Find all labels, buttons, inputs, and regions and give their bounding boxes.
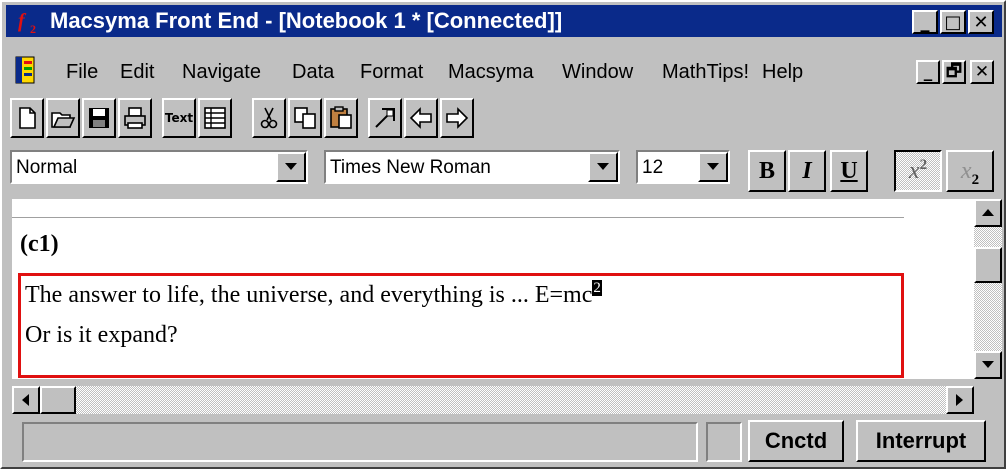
size-select[interactable]: 12 [636, 150, 730, 184]
superscript-icon: x2 [908, 156, 928, 184]
doc-minimize-button[interactable]: _ [916, 60, 940, 84]
menu-format[interactable]: Format [360, 60, 423, 84]
maximize-button[interactable]: □ [940, 10, 966, 34]
font-dropdown-button[interactable] [588, 152, 618, 182]
font-value: Times New Roman [330, 157, 491, 178]
macsyma-f2-icon: f 2 [16, 9, 42, 35]
copy-icon [294, 107, 316, 129]
chevron-down-icon [285, 163, 297, 170]
new-button[interactable] [10, 98, 44, 138]
size-value: 12 [642, 157, 664, 178]
menu-bar: File Edit Navigate Data Format Macsyma W… [6, 55, 1002, 88]
vertical-scrollbar[interactable] [974, 199, 1002, 379]
svg-text:2: 2 [30, 22, 36, 35]
italic-icon: I [802, 157, 812, 184]
text-icon: Text [164, 111, 194, 125]
forward-arrow-icon [446, 107, 469, 129]
underline-icon: U [840, 157, 858, 184]
open-button[interactable] [46, 98, 80, 138]
cut-button[interactable] [252, 98, 286, 138]
table-button[interactable] [198, 98, 232, 138]
underline-button[interactable]: U [830, 150, 868, 192]
hscroll-thumb[interactable] [40, 386, 76, 414]
menu-help[interactable]: Help [762, 60, 803, 84]
doc-minimize-icon: _ [923, 62, 933, 82]
paste-clipboard-icon [330, 106, 352, 129]
cell-label: (c1) [20, 231, 59, 257]
back-arrow-icon [409, 107, 432, 129]
close-button[interactable]: ✕ [968, 10, 994, 34]
maximize-icon: □ [944, 11, 962, 33]
minimize-button[interactable]: _ [912, 10, 938, 34]
menu-window[interactable]: Window [562, 60, 633, 84]
italic-button[interactable]: I [788, 150, 826, 192]
forward-button[interactable] [440, 98, 474, 138]
jump-arrow-icon [375, 108, 395, 128]
close-icon: ✕ [973, 11, 989, 33]
menu-navigate[interactable]: Navigate [182, 60, 261, 84]
menu-mathtips[interactable]: MathTips! [662, 60, 749, 84]
arrow-left-icon [22, 394, 29, 406]
notebook-document[interactable]: (c1) The answer to life, the universe, a… [12, 199, 974, 379]
open-folder-icon [51, 112, 76, 128]
chevron-down-icon [597, 163, 609, 170]
menu-macsyma[interactable]: Macsyma [448, 60, 534, 84]
superscript-button[interactable]: x2 [894, 150, 942, 192]
arrow-down-icon [982, 361, 994, 368]
connection-status-button[interactable]: Cnctd [748, 420, 844, 462]
save-disk-icon [89, 108, 109, 128]
title-bar[interactable]: f 2 Macsyma Front End - [Notebook 1 * [C… [6, 5, 1002, 37]
new-icon [19, 107, 36, 129]
style-value: Normal [16, 157, 78, 178]
arrow-right-icon [956, 394, 963, 406]
status-message-panel [22, 422, 698, 462]
font-select[interactable]: Times New Roman [324, 150, 620, 184]
subscript-icon: x2 [960, 157, 980, 188]
window-title: Macsyma Front End - [Notebook 1 * [Conne… [50, 8, 563, 33]
scroll-left-button[interactable] [12, 386, 40, 414]
app-window: f 2 Macsyma Front End - [Notebook 1 * [C… [0, 0, 1006, 469]
doc-restore-button[interactable]: 🗗 [942, 60, 966, 84]
printer-icon [124, 107, 146, 129]
copy-button[interactable] [288, 98, 322, 138]
chevron-down-icon [707, 163, 719, 170]
style-select[interactable]: Normal [10, 150, 308, 184]
print-button[interactable] [118, 98, 152, 138]
style-dropdown-button[interactable] [276, 152, 306, 182]
status-indicator-panel [706, 422, 742, 462]
back-button[interactable] [404, 98, 438, 138]
save-button[interactable] [82, 98, 116, 138]
scroll-thumb[interactable] [974, 247, 1002, 283]
horizontal-scrollbar[interactable] [12, 386, 974, 414]
scroll-down-button[interactable] [974, 351, 1002, 379]
text-line-2[interactable]: Or is it expand? [25, 322, 178, 349]
text-cell[interactable]: The answer to life, the universe, and ev… [18, 273, 904, 378]
bold-icon: B [758, 157, 775, 184]
bold-button[interactable]: B [748, 150, 786, 192]
size-dropdown-button[interactable] [698, 152, 728, 182]
menu-file[interactable]: File [66, 60, 98, 84]
subscript-button[interactable]: x2 [946, 150, 994, 192]
scissors-icon [260, 107, 278, 129]
menu-edit[interactable]: Edit [120, 60, 154, 84]
arrow-up-icon [982, 209, 994, 216]
text-button[interactable]: Text [162, 98, 196, 138]
scroll-right-button[interactable] [946, 386, 974, 414]
minimize-icon: _ [920, 11, 930, 33]
scroll-up-button[interactable] [974, 199, 1002, 227]
paste-button[interactable] [324, 98, 358, 138]
text-line-1[interactable]: The answer to life, the universe, and ev… [25, 280, 602, 309]
menu-data[interactable]: Data [292, 60, 334, 84]
notebook-icon[interactable] [14, 55, 36, 85]
interrupt-button[interactable]: Interrupt [856, 420, 986, 462]
cell-divider [12, 217, 904, 218]
doc-close-button[interactable]: ✕ [970, 60, 994, 84]
table-icon [204, 107, 226, 129]
doc-close-icon: ✕ [974, 62, 990, 82]
doc-restore-icon: 🗗 [946, 60, 962, 81]
jump-button[interactable] [368, 98, 402, 138]
selected-superscript[interactable]: 2 [592, 280, 602, 296]
